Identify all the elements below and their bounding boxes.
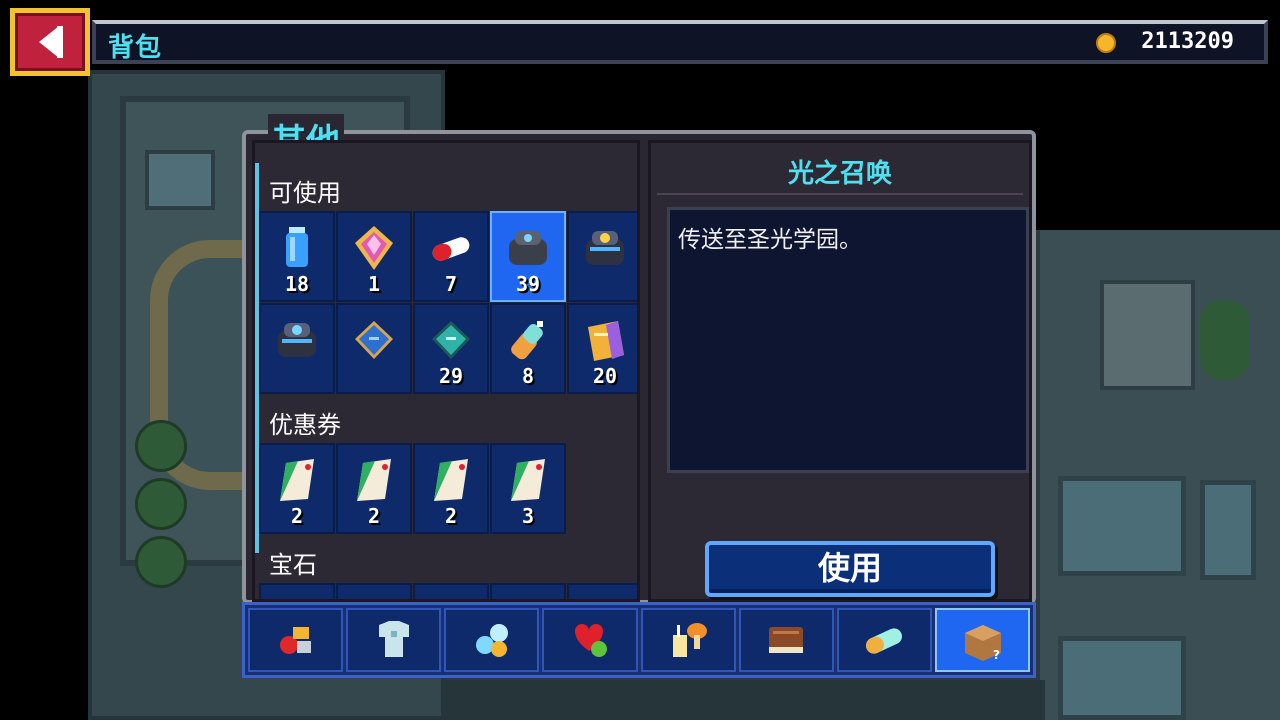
item-icon-wrapper: [426, 223, 476, 273]
header-bar: 背包 2113209: [92, 20, 1268, 64]
dark-portal-device-icon: [509, 231, 547, 265]
item-count: 18: [284, 272, 310, 296]
item-description-text: 传送至圣光学园。: [678, 227, 862, 253]
item-count: 7: [444, 272, 458, 296]
back-button[interactable]: [10, 8, 90, 76]
usable-items-grid: 18 1 7 39 29 8 20: [259, 211, 637, 394]
use-button[interactable]: 使用: [705, 541, 995, 597]
fruit-materials-icon: [279, 627, 311, 654]
item-slot[interactable]: [259, 303, 335, 394]
item-slot[interactable]: [567, 583, 637, 599]
item-count: 39: [515, 272, 541, 296]
item-icon-wrapper: [272, 315, 322, 365]
item-slot[interactable]: [259, 583, 335, 599]
category-tab[interactable]: [640, 608, 736, 672]
book-icon: [769, 627, 804, 653]
item-slot[interactable]: 20: [567, 303, 637, 394]
item-slot[interactable]: [567, 211, 637, 302]
gold-ticket-icon: [588, 321, 624, 361]
category-tab[interactable]: ?: [934, 608, 1030, 672]
category-tab[interactable]: [346, 608, 442, 672]
item-list[interactable]: 可使用 18 1 7 39 29 8 20 优惠券 2 2 2 3 宝石: [252, 140, 640, 602]
coupon-icon: [511, 459, 545, 501]
item-count: 1: [367, 272, 381, 296]
item-count: 2: [367, 504, 381, 528]
item-count: 3: [521, 504, 535, 528]
item-slot[interactable]: [413, 583, 489, 599]
item-icon-wrapper: [349, 455, 399, 505]
section-label-coupons: 优惠券: [269, 411, 341, 439]
item-icon-wrapper: [426, 315, 476, 365]
mystery-box-icon: ?: [965, 625, 1002, 662]
divider: [657, 193, 1023, 195]
drink-mushroom-icon: [673, 623, 708, 657]
svg-text:?: ?: [993, 648, 1000, 662]
coupon-icon: [280, 459, 314, 501]
armor-icon: [378, 621, 409, 657]
item-icon-wrapper: [272, 223, 322, 273]
item-slot[interactable]: [336, 583, 412, 599]
gem-items-grid: [259, 583, 637, 599]
item-count: 2: [444, 504, 458, 528]
category-tabs: ?: [242, 602, 1036, 678]
category-tab[interactable]: [248, 608, 344, 672]
item-slot[interactable]: 1: [336, 211, 412, 302]
item-slot[interactable]: 18: [259, 211, 335, 302]
item-icon-wrapper: [503, 223, 553, 273]
item-slot[interactable]: 3: [490, 443, 566, 534]
item-slot[interactable]: [336, 303, 412, 394]
item-icon-wrapper: [503, 315, 553, 365]
section-label-gems: 宝石: [269, 551, 317, 579]
teal-book-icon: [432, 321, 470, 359]
item-count: 2: [290, 504, 304, 528]
gems-icon: [475, 624, 508, 657]
item-description: 传送至圣光学园。: [667, 207, 1029, 473]
item-icon-wrapper: [580, 223, 630, 273]
item-icon-wrapper: [580, 315, 630, 365]
heart-apple-icon: [574, 624, 607, 657]
item-slot[interactable]: [490, 583, 566, 599]
blue-portal-device-icon: [278, 323, 316, 357]
blue-book-icon: [355, 321, 393, 359]
category-tab[interactable]: [836, 608, 932, 672]
item-icon-wrapper: [349, 315, 399, 365]
section-label-usable: 可使用: [269, 179, 341, 207]
item-name: 光之召唤: [787, 159, 892, 189]
gold-coin-icon: [1096, 33, 1116, 53]
coupon-icon: [357, 459, 391, 501]
blue-potion-icon: [286, 227, 308, 267]
item-detail: 光之召唤 传送至圣光学园。 使用: [648, 140, 1032, 602]
spray-bottle-icon: [511, 321, 543, 360]
item-slot[interactable]: 2: [413, 443, 489, 534]
category-tab[interactable]: [444, 608, 540, 672]
item-slot[interactable]: 2: [259, 443, 335, 534]
item-slot[interactable]: 8: [490, 303, 566, 394]
capsule-icon: [866, 628, 903, 654]
coupon-icon: [434, 459, 468, 501]
item-slot[interactable]: 39: [490, 211, 566, 302]
back-arrow-icon: [39, 26, 63, 58]
item-slot[interactable]: 7: [413, 211, 489, 302]
category-tab[interactable]: [738, 608, 834, 672]
item-slot[interactable]: 29: [413, 303, 489, 394]
pink-crystal-icon: [355, 226, 393, 270]
item-icon-wrapper: [349, 223, 399, 273]
item-icon-wrapper: [426, 455, 476, 505]
item-icon-wrapper: [503, 455, 553, 505]
item-count: 20: [592, 364, 618, 388]
coupon-items-grid: 2 2 2 3: [259, 443, 637, 534]
red-capsule-icon: [432, 237, 470, 261]
item-icon-wrapper: [272, 455, 322, 505]
category-tab[interactable]: [542, 608, 638, 672]
page-title: 背包: [108, 33, 163, 63]
gold-amount: 2113209: [1141, 29, 1234, 54]
gold-portal-device-icon: [586, 231, 624, 265]
item-count: 8: [521, 364, 535, 388]
item-slot[interactable]: 2: [336, 443, 412, 534]
item-count: 29: [438, 364, 464, 388]
